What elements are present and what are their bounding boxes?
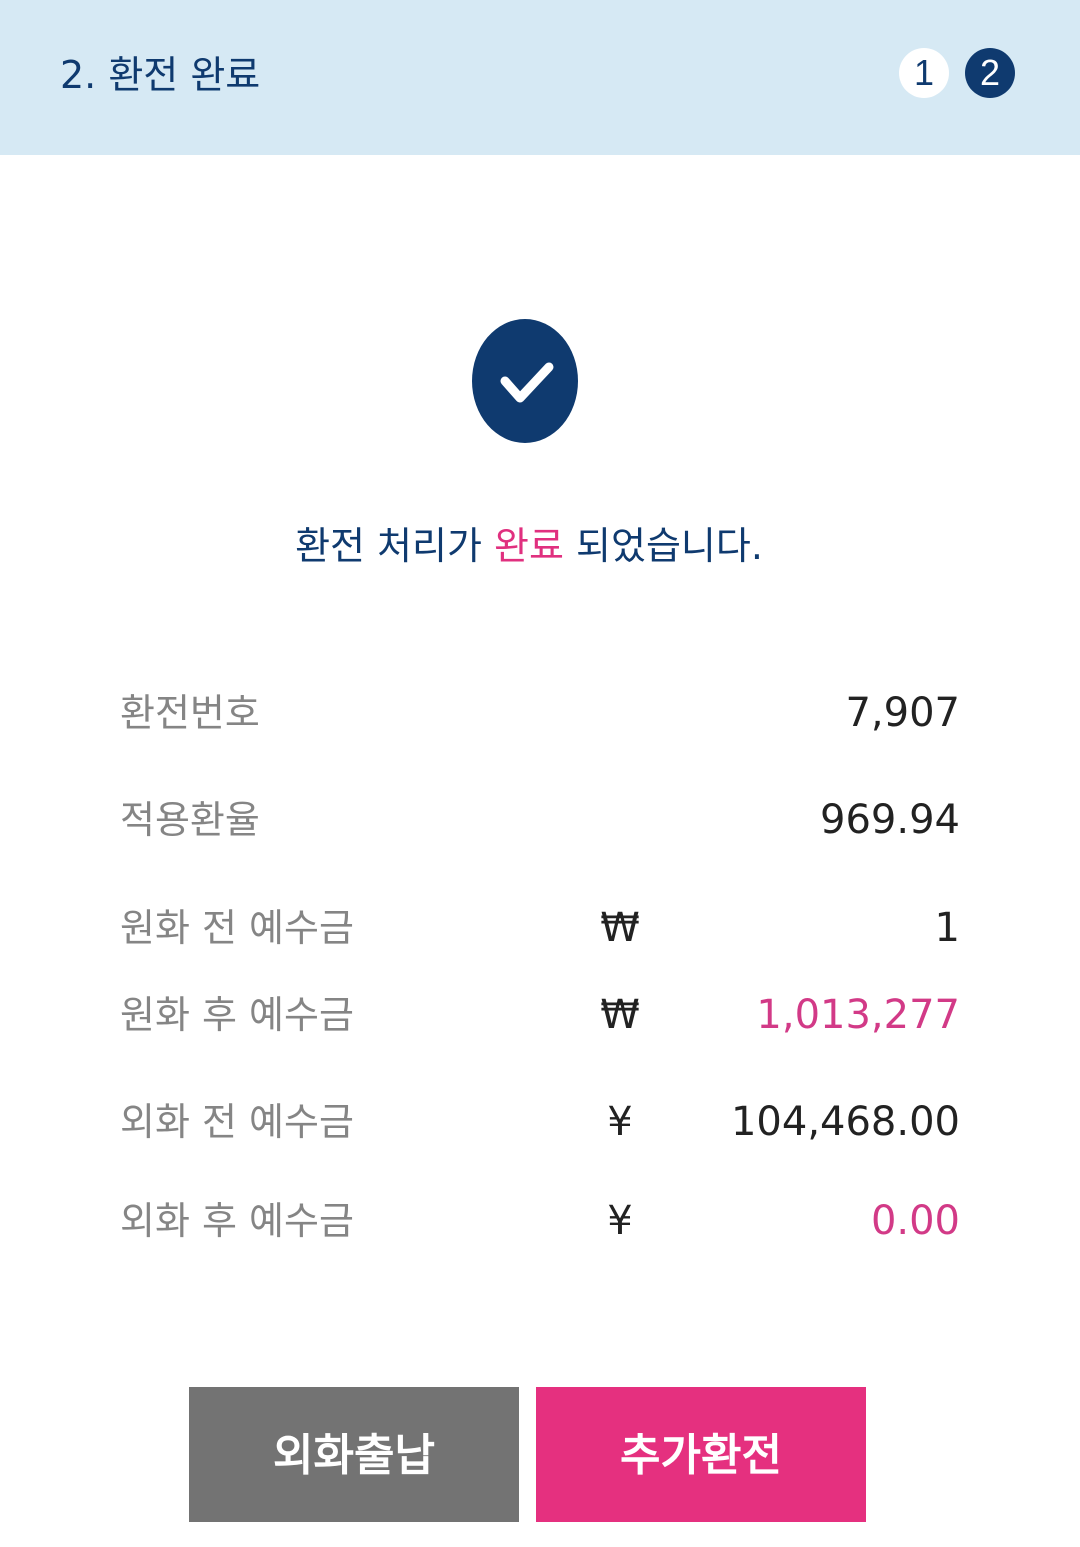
yen-currency-symbol: ¥: [607, 1099, 633, 1145]
row-label: 환전번호: [120, 691, 260, 735]
row-label: 원화 후 예수금: [120, 993, 354, 1037]
krw-before-value: 1: [934, 905, 960, 951]
step-indicator-1: 1: [899, 48, 949, 98]
row-krw-before: 원화 전 예수금 ₩ 1: [120, 900, 960, 956]
row-label: 외화 전 예수금: [120, 1100, 354, 1144]
applied-rate-value: 969.94: [820, 797, 960, 843]
additional-exchange-button[interactable]: 추가환전: [536, 1387, 866, 1522]
foreign-before-value: 104,468.00: [730, 1099, 960, 1145]
row-label: 외화 후 예수금: [120, 1199, 354, 1243]
step-indicator-2-active: 2: [965, 48, 1015, 98]
message-text-accent: 완료: [494, 524, 564, 568]
yen-currency-symbol: ¥: [607, 1198, 633, 1244]
row-label: 원화 전 예수금: [120, 906, 354, 950]
won-currency-symbol: ₩: [600, 905, 640, 951]
row-label: 적용환율: [120, 798, 260, 842]
krw-after-value: 1,013,277: [756, 992, 960, 1038]
row-foreign-after: 외화 후 예수금 ¥ 0.00: [120, 1193, 960, 1249]
row-applied-rate: 적용환율 969.94: [120, 792, 960, 848]
check-icon: [472, 319, 578, 443]
header-bar: 2. 환전 완료 1 2: [0, 0, 1080, 155]
row-foreign-before: 외화 전 예수금 ¥ 104,468.00: [120, 1094, 960, 1150]
completion-message: 환전 처리가 완료 되었습니다.: [0, 520, 1058, 572]
won-currency-symbol: ₩: [600, 992, 640, 1038]
exchange-number-value: 7,907: [845, 690, 960, 736]
message-text-after: 되었습니다.: [563, 524, 763, 568]
foreign-deposit-withdraw-button[interactable]: 외화출납: [189, 1387, 519, 1522]
page-title: 2. 환전 완료: [60, 53, 261, 97]
message-text-before: 환전 처리가: [295, 524, 495, 568]
row-krw-after: 원화 후 예수금 ₩ 1,013,277: [120, 987, 960, 1043]
row-exchange-number: 환전번호 7,907: [120, 685, 960, 741]
foreign-after-value: 0.00: [870, 1198, 960, 1244]
